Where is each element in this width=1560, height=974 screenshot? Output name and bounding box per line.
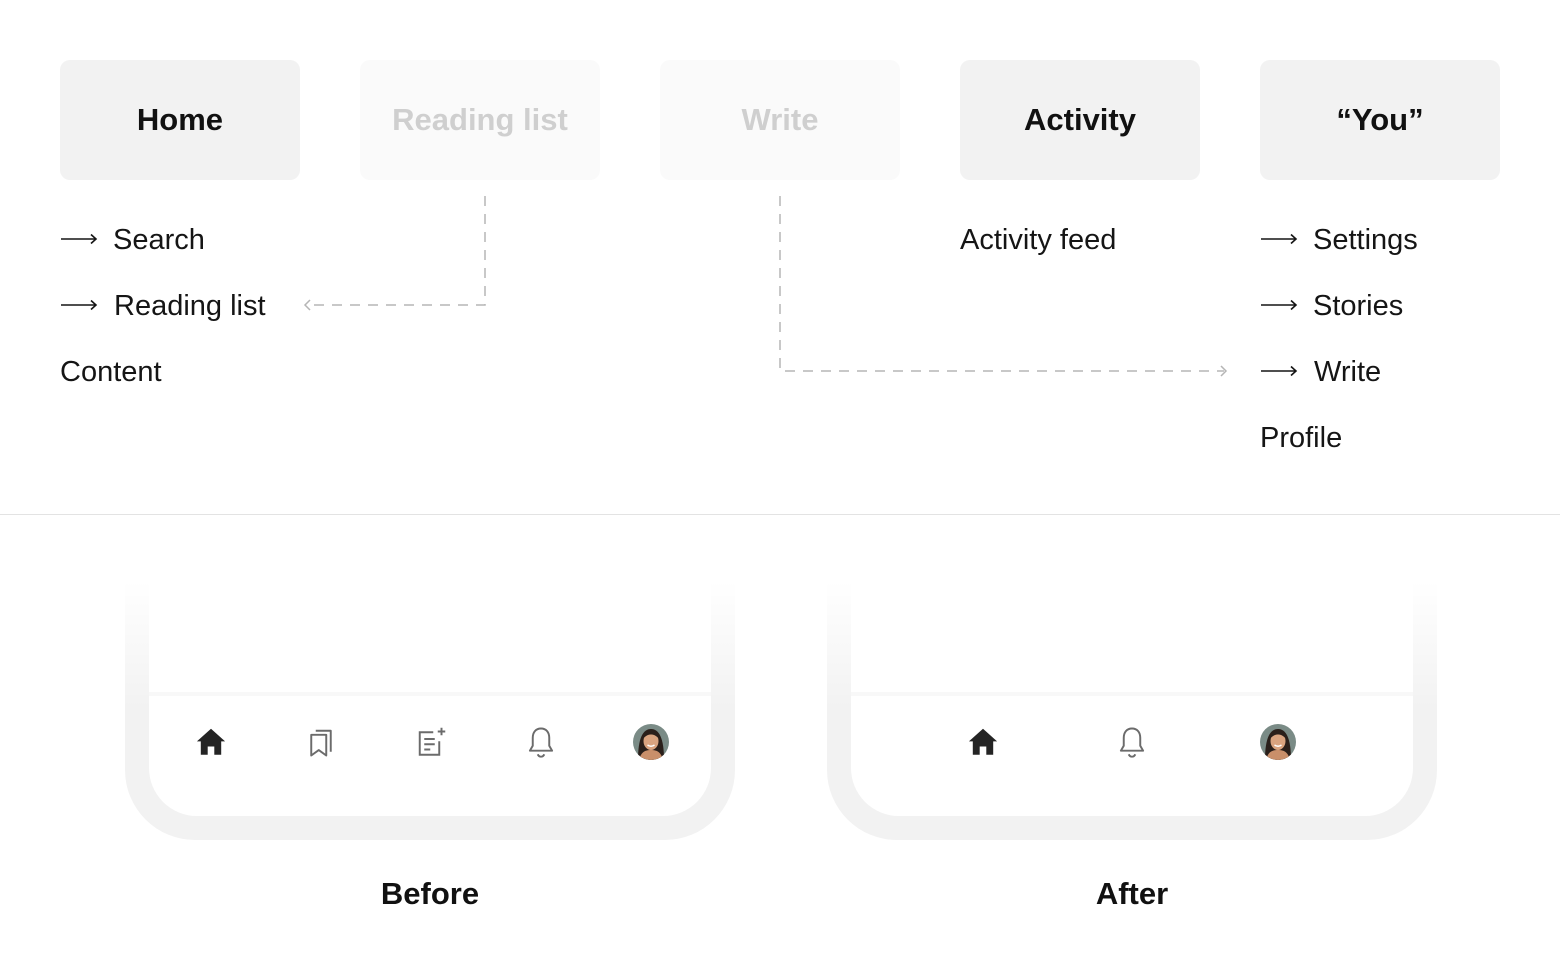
home-item-search: Search — [113, 224, 205, 256]
avatar-image — [1260, 724, 1296, 760]
activity-item-feed: Activity feed — [960, 224, 1117, 256]
write-icon[interactable] — [413, 724, 449, 760]
you-item-settings: Settings — [1313, 224, 1418, 256]
arrow-right-icon — [1261, 365, 1298, 377]
avatar-image — [633, 724, 669, 760]
phone-before — [115, 560, 745, 840]
arrow-right-icon — [1261, 299, 1298, 311]
arrow-right-icon — [1261, 233, 1298, 245]
caption-after: After — [1095, 876, 1169, 911]
arrow-right-icon — [61, 299, 98, 311]
avatar[interactable] — [633, 724, 669, 760]
bell-icon[interactable] — [1114, 724, 1150, 760]
you-item-write: Write — [1314, 356, 1382, 388]
arrow-right-icon — [61, 233, 98, 245]
home-item-reading-list: Reading list — [114, 290, 266, 322]
section-divider — [0, 514, 1560, 515]
you-item-stories: Stories — [1313, 290, 1404, 322]
bell-icon[interactable] — [523, 724, 559, 760]
phone-fade — [817, 560, 1447, 710]
reading-list-icon[interactable] — [303, 724, 339, 760]
you-item-profile: Profile — [1260, 422, 1343, 454]
connector-arrowhead-reading-list — [303, 299, 311, 311]
home-icon[interactable] — [193, 724, 229, 760]
home-item-content: Content — [60, 356, 162, 388]
phone-fade — [115, 560, 745, 710]
avatar[interactable] — [1260, 724, 1296, 760]
phone-after — [817, 560, 1447, 840]
home-icon[interactable] — [965, 724, 1001, 760]
connector-reading-list — [308, 196, 486, 306]
caption-before: Before — [380, 876, 480, 911]
